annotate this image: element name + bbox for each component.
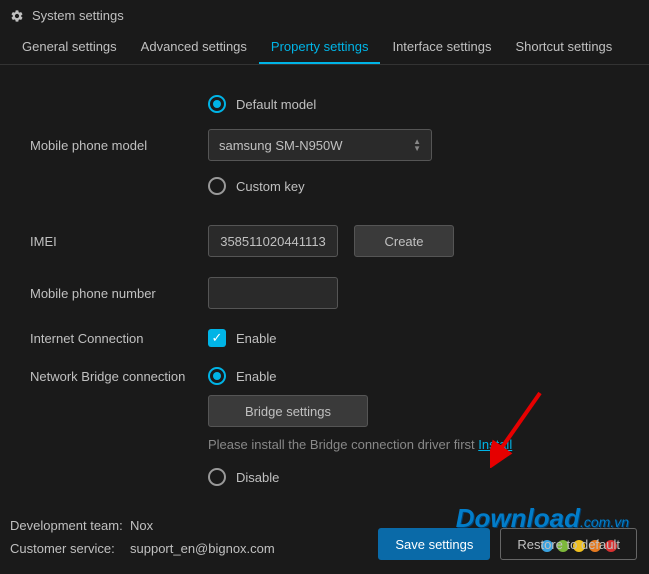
model-select[interactable]: samsung SM-N950W ▲▼ (208, 129, 432, 161)
support-label: Customer service: (10, 541, 130, 556)
support-value: support_en@bignox.com (130, 541, 275, 556)
save-button[interactable]: Save settings (378, 528, 490, 560)
imei-label: IMEI (30, 234, 208, 249)
tabs: General settings Advanced settings Prope… (0, 31, 649, 65)
tab-general[interactable]: General settings (10, 31, 129, 64)
create-button[interactable]: Create (354, 225, 454, 257)
radio-bridge-disable[interactable] (208, 468, 226, 486)
internet-enable-label: Enable (236, 331, 276, 346)
window-header: System settings (0, 0, 649, 31)
internet-label: Internet Connection (30, 331, 208, 346)
tab-advanced[interactable]: Advanced settings (129, 31, 259, 64)
footer: Development team: Nox Customer service: … (0, 510, 649, 574)
tab-property[interactable]: Property settings (259, 31, 381, 64)
radio-default-model[interactable] (208, 95, 226, 113)
window-title: System settings (32, 8, 124, 23)
radio-bridge-disable-label: Disable (236, 470, 279, 485)
bridge-hint: Please install the Bridge connection dri… (208, 437, 478, 452)
chevron-sort-icon: ▲▼ (413, 139, 421, 152)
model-label: Mobile phone model (30, 138, 208, 153)
phone-input[interactable] (208, 277, 338, 309)
bridge-label: Network Bridge connection (30, 369, 208, 384)
restore-button[interactable]: Restore to default (500, 528, 637, 560)
radio-custom-key-label: Custom key (236, 179, 305, 194)
bridge-settings-button[interactable]: Bridge settings (208, 395, 368, 427)
radio-custom-key[interactable] (208, 177, 226, 195)
internet-checkbox[interactable]: ✓ (208, 329, 226, 347)
install-link[interactable]: Install (478, 437, 512, 452)
radio-default-model-label: Default model (236, 97, 316, 112)
dev-team-label: Development team: (10, 518, 130, 533)
phone-label: Mobile phone number (30, 286, 208, 301)
model-select-value: samsung SM-N950W (219, 138, 343, 153)
tab-shortcut[interactable]: Shortcut settings (503, 31, 624, 64)
content: Mobile phone model Default model samsung… (0, 65, 649, 516)
imei-input[interactable] (208, 225, 338, 257)
dev-team-value: Nox (130, 518, 153, 533)
gear-icon (10, 9, 24, 23)
radio-bridge-enable[interactable] (208, 367, 226, 385)
radio-bridge-enable-label: Enable (236, 369, 276, 384)
tab-interface[interactable]: Interface settings (380, 31, 503, 64)
